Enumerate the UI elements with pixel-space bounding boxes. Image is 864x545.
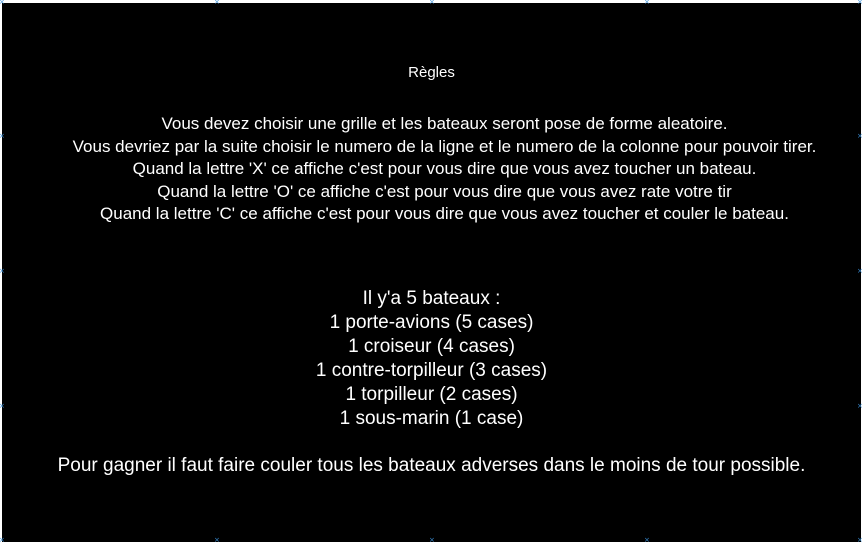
boat-item: 1 porte-avions (5 cases) xyxy=(329,312,534,333)
rule-line: Quand la lettre 'C' ce affiche c'est pou… xyxy=(100,204,789,223)
resize-handle-icon[interactable]: × xyxy=(214,537,220,544)
resize-handle-icon[interactable]: × xyxy=(857,537,863,544)
resize-handle-icon[interactable]: × xyxy=(429,0,435,6)
resize-handle-icon[interactable]: × xyxy=(857,268,863,275)
resize-handle-icon[interactable]: × xyxy=(214,0,220,6)
resize-handle-icon[interactable]: × xyxy=(644,537,650,544)
resize-handle-icon[interactable]: × xyxy=(429,537,435,544)
boat-item: 1 sous-marin (1 case) xyxy=(339,408,524,429)
resize-handle-icon[interactable]: × xyxy=(0,133,5,140)
boat-item: 1 contre-torpilleur (3 cases) xyxy=(315,360,548,381)
boat-item: 1 croiseur (4 cases) xyxy=(348,336,515,357)
resize-handle-icon[interactable]: × xyxy=(857,0,863,6)
rule-line: Vous devez choisir une grille et les bat… xyxy=(161,114,728,133)
rule-line: Vous devriez par la suite choisir le num… xyxy=(72,136,817,156)
rules-title: Règles xyxy=(408,64,455,81)
resize-handle-icon[interactable]: × xyxy=(0,537,5,544)
rule-line: Quand la lettre 'O' ce affiche c'est pou… xyxy=(157,181,732,201)
boat-item: 1 torpilleur (2 cases) xyxy=(345,384,518,405)
rules-text: Vous devez choisir une grille et les bat… xyxy=(62,113,827,226)
win-condition: Pour gagner il faut faire couler tous le… xyxy=(57,455,806,476)
boats-heading: Il y'a 5 bateaux : xyxy=(362,288,501,309)
resize-handle-icon[interactable]: × xyxy=(857,133,863,140)
resize-handle-icon[interactable]: × xyxy=(0,0,5,6)
rules-panel: × × × × × × × × × × × × × × × × Règles V… xyxy=(0,0,863,544)
resize-handle-icon[interactable]: × xyxy=(0,268,5,275)
resize-handle-icon[interactable]: × xyxy=(644,0,650,6)
boats-list: Il y'a 5 bateaux : 1 porte-avions (5 cas… xyxy=(2,287,861,431)
rule-line: Quand la lettre 'X' ce affiche c'est pou… xyxy=(132,159,757,178)
